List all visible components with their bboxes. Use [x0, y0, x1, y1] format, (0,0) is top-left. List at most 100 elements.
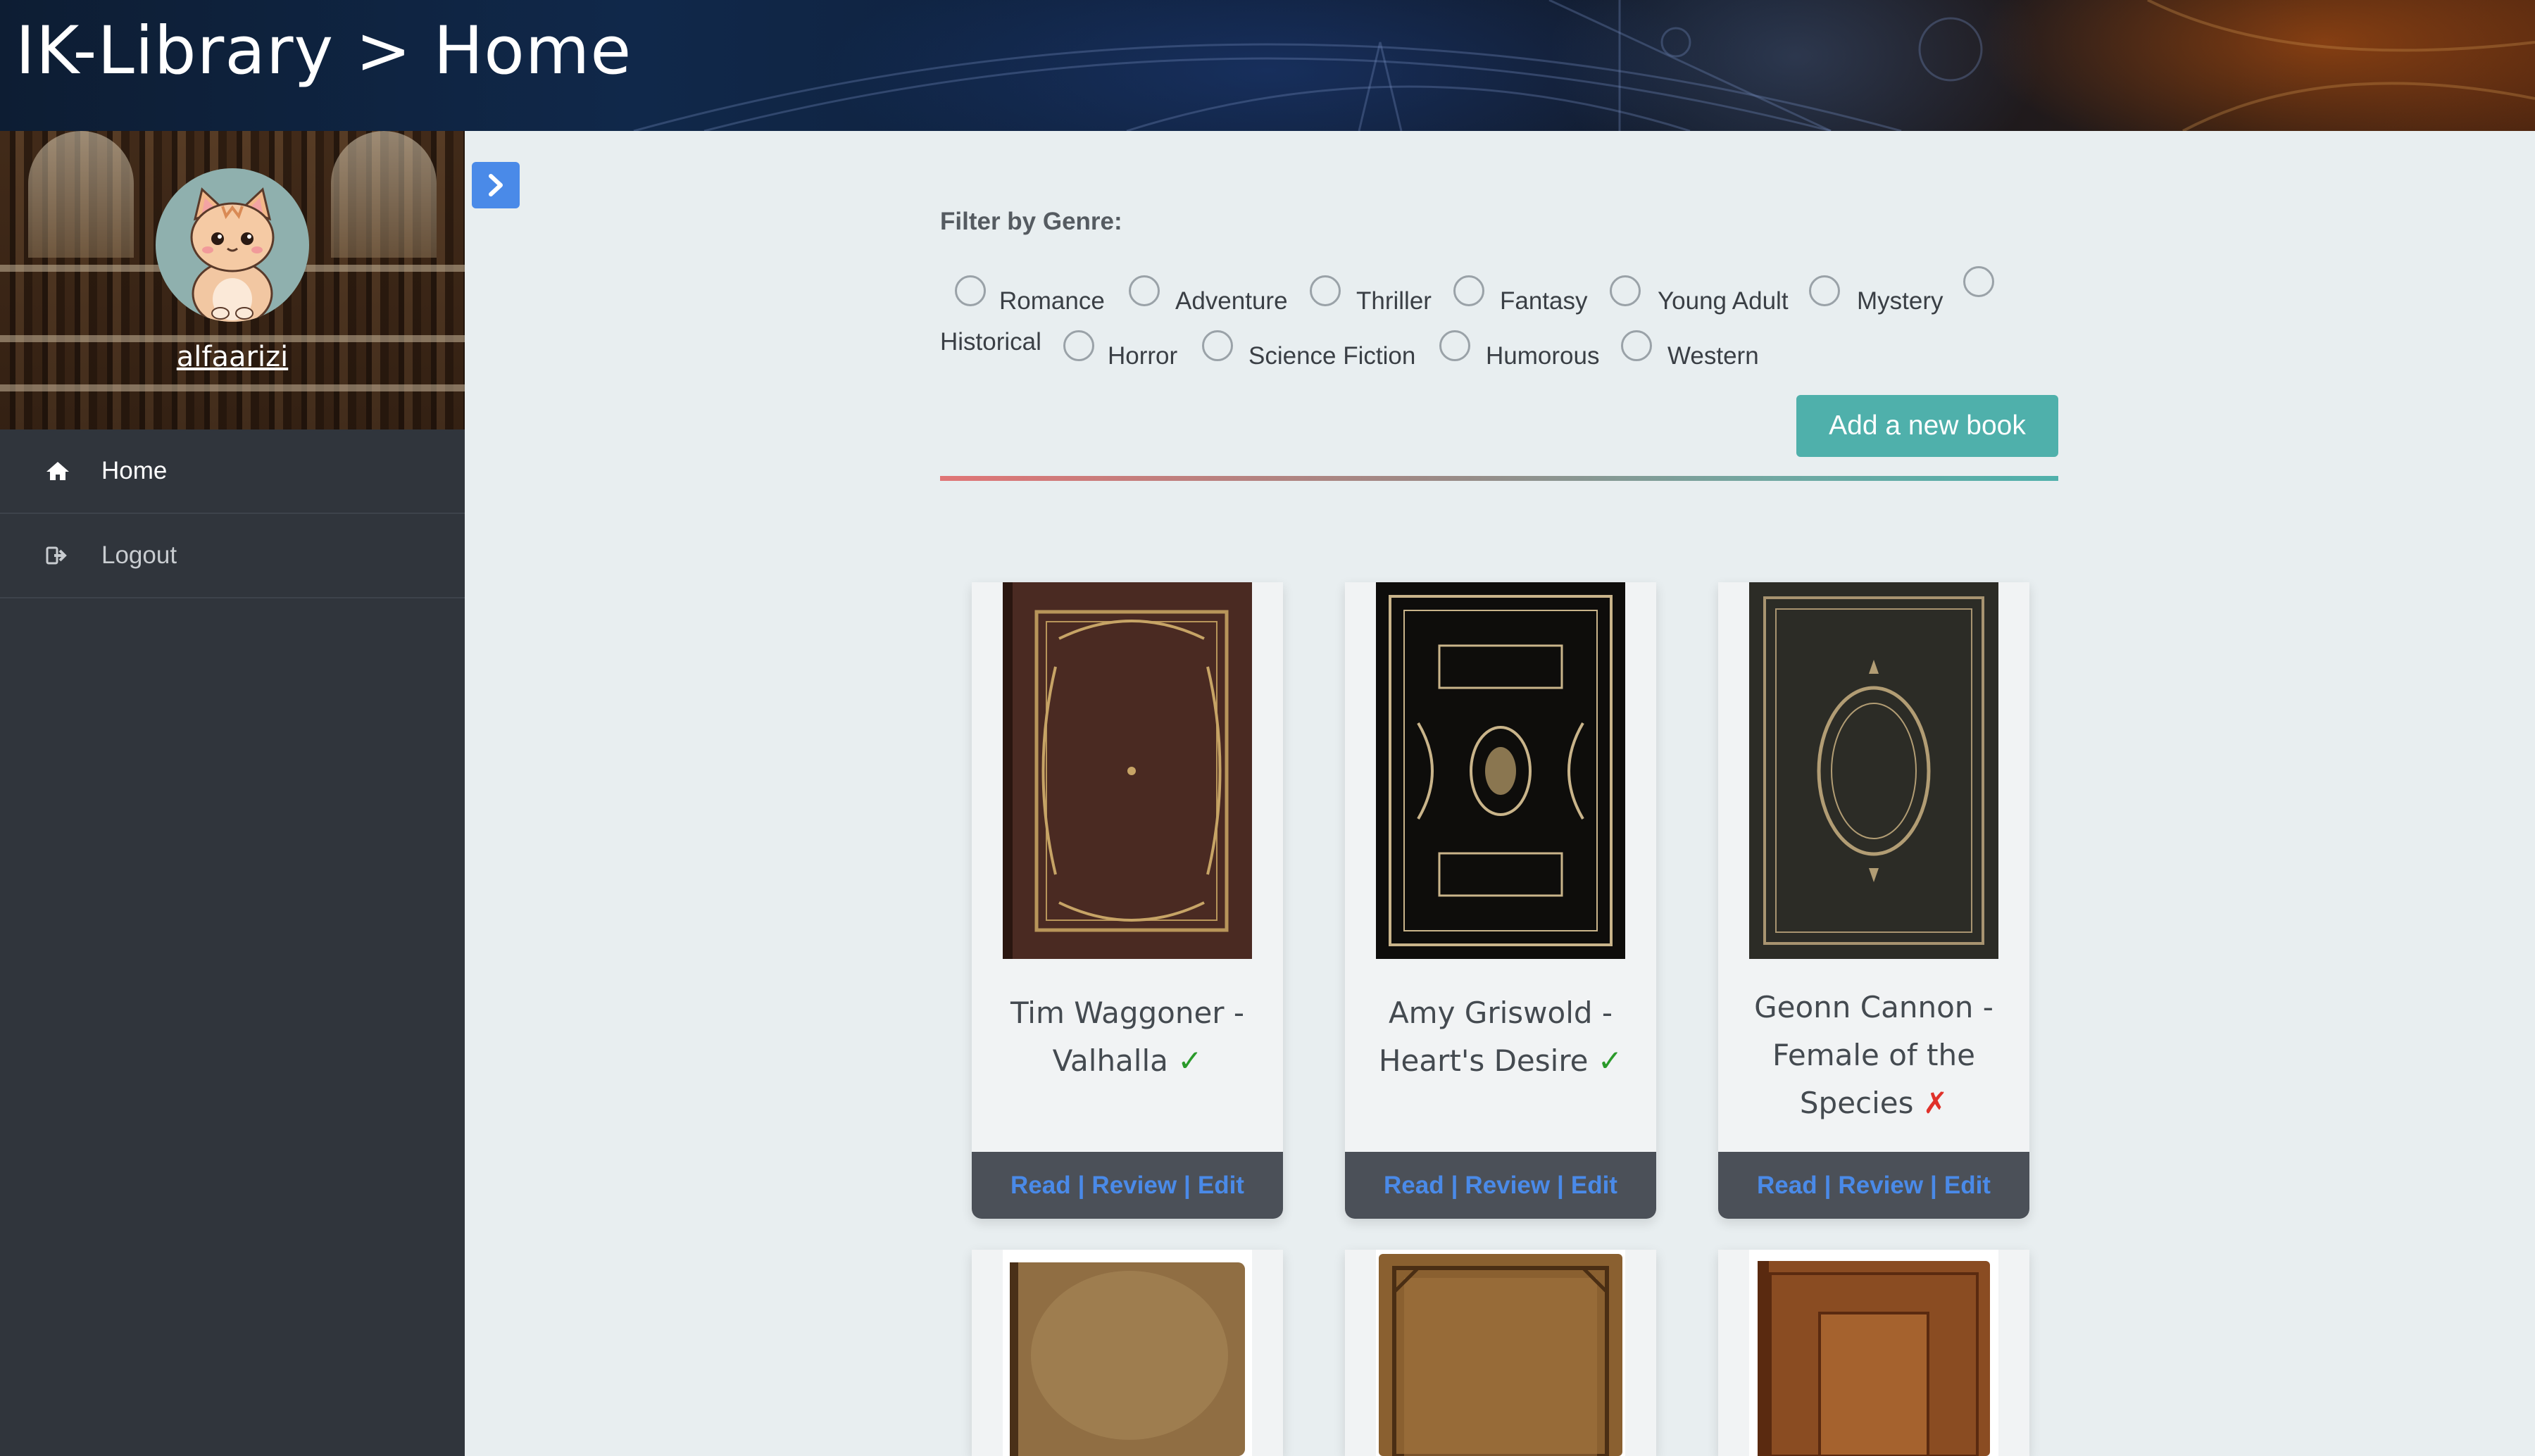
radio-button[interactable] [1809, 275, 1840, 306]
book-title-line: Female of the [1772, 1038, 1975, 1072]
radio-button[interactable] [1453, 275, 1484, 306]
shelf-band [0, 384, 465, 391]
filter-title: Filter by Genre: [940, 208, 1122, 235]
genre-label: Historical [940, 328, 1041, 356]
available-check-icon: ✓ [1597, 1043, 1623, 1078]
book-actions: Read | Review | Edit [1718, 1152, 2029, 1219]
read-link[interactable]: Read [1384, 1172, 1444, 1200]
arch-decoration [331, 131, 437, 258]
radio-button[interactable] [1310, 275, 1341, 306]
book-cover-image [1379, 1254, 1622, 1456]
review-link[interactable]: Review [1465, 1172, 1550, 1200]
genre-option-fantasy[interactable]: Fantasy [1453, 266, 1588, 315]
add-book-button[interactable]: Add a new book [1796, 395, 2058, 457]
sidebar-item-label: Logout [101, 541, 177, 569]
genre-option-adventure[interactable]: Adventure [1129, 266, 1288, 315]
book-title: Geonn Cannon - Female of the Species ✗ [1718, 984, 2029, 1127]
book-cover[interactable] [1749, 582, 1998, 959]
genre-option-romance[interactable]: Romance [955, 266, 1105, 315]
separator: | [1184, 1171, 1191, 1199]
available-check-icon: ✓ [1177, 1043, 1203, 1078]
arch-decoration [28, 131, 134, 258]
radio-button[interactable] [955, 275, 986, 306]
book-title: Tim Waggoner - Valhalla ✓ [972, 989, 1283, 1085]
genre-label: Young Adult [1658, 287, 1789, 315]
book-author-line: Amy Griswold - [1388, 996, 1613, 1030]
book-card [1718, 1250, 2029, 1456]
book-card: Tim Waggoner - Valhalla ✓ Read | Review … [972, 582, 1283, 1219]
avatar[interactable] [156, 168, 309, 322]
sidebar-item-label: Home [101, 457, 168, 484]
book-cover[interactable] [1003, 582, 1252, 959]
book-title-line: Heart's Desire [1378, 1043, 1589, 1078]
book-cover-image [1376, 582, 1625, 959]
edit-link[interactable]: Edit [1198, 1172, 1244, 1200]
genre-option-horror[interactable]: Horror [1063, 321, 1177, 370]
genre-label: Science Fiction [1248, 342, 1416, 370]
genre-option-young-adult[interactable]: Young Adult [1610, 266, 1789, 315]
header-banner: IK-Library > Home [0, 0, 2535, 131]
sidebar-item-logout[interactable]: Logout [0, 514, 465, 598]
book-title-line: Species [1799, 1086, 1914, 1120]
genre-option-thriller[interactable]: Thriller [1310, 266, 1432, 315]
sidebar-item-home[interactable]: Home [0, 429, 465, 514]
radio-button[interactable] [1202, 330, 1233, 361]
radio-button[interactable] [1621, 330, 1652, 361]
radio-button[interactable] [1063, 330, 1094, 361]
book-cover[interactable] [1376, 582, 1625, 959]
gradient-divider [940, 476, 2058, 481]
read-link[interactable]: Read [1010, 1172, 1071, 1200]
genre-option-mystery[interactable]: Mystery [1809, 266, 1944, 315]
logout-icon [44, 541, 72, 570]
genre-label: Mystery [1857, 287, 1944, 315]
sidebar: alfaarizi Home Logout [0, 131, 465, 1456]
book-cover[interactable] [1003, 1250, 1252, 1456]
genre-label: Romance [999, 287, 1105, 315]
page-title: IK-Library > Home [15, 13, 632, 89]
genre-label: Horror [1108, 342, 1178, 370]
radio-button[interactable] [1129, 275, 1160, 306]
library-banner-image: alfaarizi [0, 131, 465, 429]
genre-option-humorous[interactable]: Humorous [1439, 321, 1599, 370]
book-title-line: Valhalla [1052, 1043, 1168, 1078]
book-cover[interactable] [1376, 1250, 1625, 1456]
book-author-line: Tim Waggoner - [1010, 996, 1245, 1030]
review-link[interactable]: Review [1091, 1172, 1177, 1200]
genre-option-historical[interactable]: Historical [940, 328, 1041, 356]
radio-button[interactable] [1963, 266, 1994, 297]
unavailable-cross-icon: ✗ [1922, 1086, 1948, 1120]
book-card: Geonn Cannon - Female of the Species ✗ R… [1718, 582, 2029, 1219]
edit-link[interactable]: Edit [1944, 1172, 1991, 1200]
genre-label: Humorous [1486, 342, 1600, 370]
separator: | [1824, 1171, 1832, 1199]
chevron-right-icon [489, 174, 503, 196]
book-cover-image [1758, 1261, 1990, 1456]
cat-avatar-icon [190, 187, 275, 322]
genre-label: Fantasy [1500, 287, 1588, 315]
sidebar-toggle-button[interactable] [472, 162, 520, 208]
book-actions: Read | Review | Edit [1345, 1152, 1656, 1219]
book-cover-image [1003, 582, 1252, 959]
book-cover[interactable] [1749, 1250, 1998, 1456]
genre-label: Adventure [1175, 287, 1288, 315]
genre-option-science-fiction[interactable]: Science Fiction [1202, 321, 1415, 370]
genre-label: Thriller [1356, 287, 1432, 315]
home-icon [44, 457, 72, 485]
genre-option-historical-radio[interactable] [1963, 266, 1994, 297]
book-actions: Read | Review | Edit [972, 1152, 1283, 1219]
book-cover-image [1749, 582, 1998, 959]
separator: | [1451, 1171, 1458, 1199]
username-link[interactable]: alfaarizi [0, 341, 465, 373]
genre-label: Western [1667, 342, 1759, 370]
genre-option-western[interactable]: Western [1621, 321, 1759, 370]
book-author-line: Geonn Cannon - [1754, 990, 1993, 1024]
read-link[interactable]: Read [1757, 1172, 1817, 1200]
book-title: Amy Griswold - Heart's Desire ✓ [1345, 989, 1656, 1085]
edit-link[interactable]: Edit [1571, 1172, 1617, 1200]
book-card [972, 1250, 1283, 1456]
radio-button[interactable] [1610, 275, 1641, 306]
radio-button[interactable] [1439, 330, 1470, 361]
book-cover-image [1010, 1262, 1245, 1456]
book-card: Amy Griswold - Heart's Desire ✓ Read | R… [1345, 582, 1656, 1219]
review-link[interactable]: Review [1838, 1172, 1923, 1200]
